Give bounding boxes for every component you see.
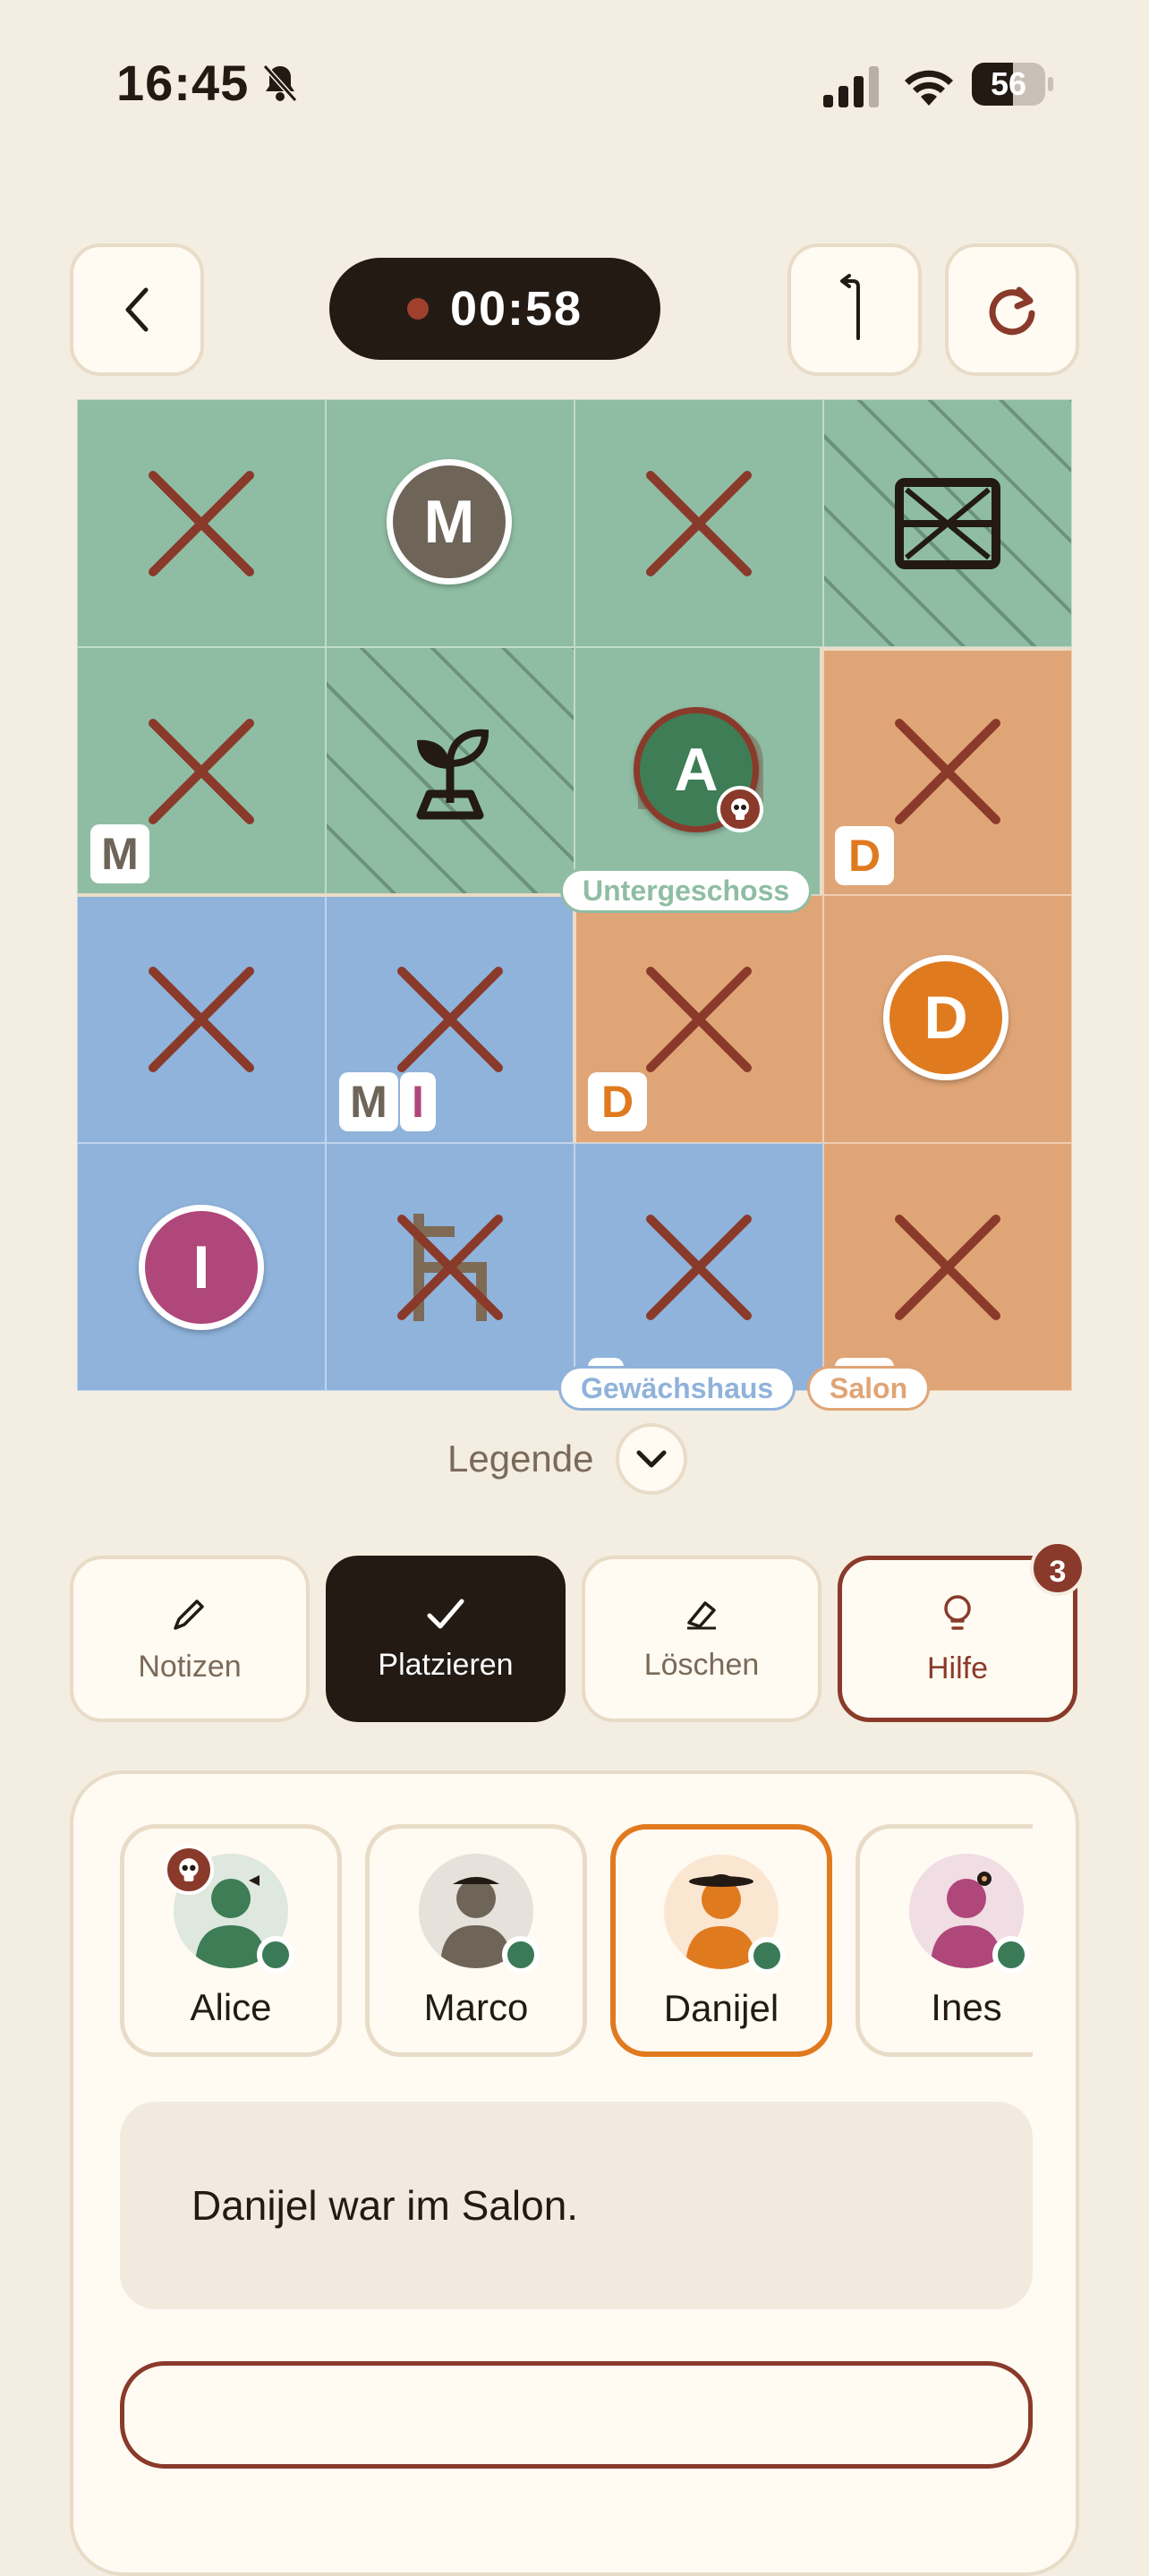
board-cell[interactable] (77, 399, 326, 647)
notes-button[interactable]: Notizen (70, 1556, 310, 1722)
board-cell[interactable] (823, 399, 1072, 647)
cross-mark-icon (895, 1214, 1000, 1320)
restart-button[interactable] (945, 243, 1079, 376)
lightbulb-icon (944, 1594, 971, 1630)
game-timer: 00:58 (329, 258, 660, 360)
board-cell[interactable]: I (574, 1143, 823, 1391)
status-dot (748, 1937, 786, 1975)
ines-tag: I (400, 1072, 436, 1131)
suspect-name: Marco (423, 1986, 529, 2028)
board-cell[interactable]: D (823, 895, 1072, 1143)
chevron-down-icon[interactable] (615, 1423, 687, 1495)
room-divider (820, 647, 823, 895)
room-label-basement: Untergeschoss (560, 868, 813, 913)
cross-mark-icon (895, 718, 1000, 824)
suspect-card-marco[interactable]: Marco (365, 1824, 587, 2057)
cross-mark-icon (149, 470, 254, 576)
board-cell[interactable]: M (326, 399, 574, 647)
victim-skull-icon (717, 786, 763, 832)
board-cell[interactable]: I (77, 1143, 326, 1391)
room-divider (77, 893, 574, 897)
suspect-name: Ines (931, 1986, 1002, 2028)
erase-label: Löschen (643, 1647, 760, 1682)
suspect-name: Danijel (663, 1987, 779, 2029)
board-cell[interactable] (574, 399, 823, 647)
back-button[interactable] (70, 243, 204, 376)
legend-label: Legende (447, 1437, 594, 1480)
suspect-card-alice[interactable]: Alice (120, 1824, 342, 2057)
statement-box: Danijel war im Salon. (120, 2102, 1033, 2309)
place-button[interactable]: Platzieren (326, 1556, 566, 1722)
cellular-signal-icon (823, 66, 879, 107)
status-dot (992, 1936, 1030, 1974)
token-danijel[interactable]: D (883, 955, 1009, 1080)
wifi-icon (905, 70, 953, 106)
place-label: Platzieren (378, 1647, 514, 1682)
board-cell[interactable] (326, 647, 574, 895)
status-bar: 16:45 56 (0, 0, 1149, 170)
help-button[interactable]: Hilfe 3 (838, 1540, 1085, 1722)
board-cell[interactable]: D (823, 1143, 1072, 1391)
room-label-salon: Salon (807, 1366, 931, 1411)
cross-mark-icon (149, 718, 254, 824)
board-cell[interactable]: D (823, 647, 1072, 895)
cross-mark-icon (397, 966, 503, 1072)
plant-icon (416, 729, 489, 819)
checkmark-icon (427, 1599, 464, 1628)
refresh-icon (989, 286, 1035, 336)
timer-value: 00:58 (449, 282, 583, 336)
status-dot (502, 1936, 540, 1974)
marco-tag: M (90, 824, 149, 883)
cross-mark-icon (397, 1214, 503, 1320)
legend-toggle[interactable]: Legende (447, 1423, 687, 1495)
status-dot (257, 1936, 294, 1974)
token-marco[interactable]: M (387, 459, 512, 584)
suspect-panel: Alice Marco Danijel Ines Danijel war im … (70, 1770, 1079, 2576)
status-time: 16:45 (116, 55, 250, 111)
board-cell[interactable]: M I (326, 895, 574, 1143)
undo-button[interactable] (787, 243, 922, 376)
statement-text: Danijel war im Salon. (192, 2182, 579, 2229)
hint-count-badge: 3 (1030, 1540, 1085, 1596)
suspect-name: Alice (190, 1986, 272, 2028)
undo-icon (840, 274, 860, 340)
help-label: Hilfe (926, 1651, 989, 1685)
room-divider (820, 647, 1072, 651)
crate-icon (895, 477, 1000, 569)
board-cell[interactable] (77, 895, 326, 1143)
next-statement-box[interactable] (120, 2361, 1033, 2469)
battery-icon: 56 (972, 63, 1053, 106)
cross-mark-icon (646, 470, 752, 576)
board-cell[interactable]: M (77, 647, 326, 895)
cross-mark-icon (646, 966, 752, 1072)
suspect-card-ines[interactable]: Ines (855, 1824, 1033, 2057)
cross-mark-icon (646, 1214, 752, 1320)
pencil-icon (174, 1599, 204, 1630)
game-board: M M A D M I D D I Untergeschoss Gewächsh… (77, 399, 1072, 1411)
room-divider (573, 893, 576, 1143)
notes-label: Notizen (138, 1649, 242, 1684)
board-cell[interactable]: D (574, 895, 823, 1143)
erase-button[interactable]: Löschen (582, 1556, 821, 1722)
board-cell[interactable]: A (574, 647, 823, 895)
skull-icon (164, 1845, 214, 1895)
danijel-tag: D (588, 1072, 647, 1131)
marco-tag: M (339, 1072, 398, 1131)
cross-mark-icon (149, 966, 254, 1072)
suspect-card-danijel[interactable]: Danijel (610, 1824, 832, 2057)
danijel-tag: D (835, 826, 894, 885)
eraser-icon (687, 1600, 716, 1629)
chevron-left-icon (125, 287, 149, 332)
room-label-greenhouse: Gewächshaus (558, 1366, 796, 1411)
token-ines[interactable]: I (139, 1205, 264, 1330)
recording-dot (406, 298, 429, 320)
battery-percent: 56 (990, 65, 1027, 102)
board-cell[interactable] (326, 1143, 574, 1391)
suspect-list: Alice Marco Danijel Ines (120, 1824, 1033, 2060)
bell-muted-icon (262, 64, 298, 103)
